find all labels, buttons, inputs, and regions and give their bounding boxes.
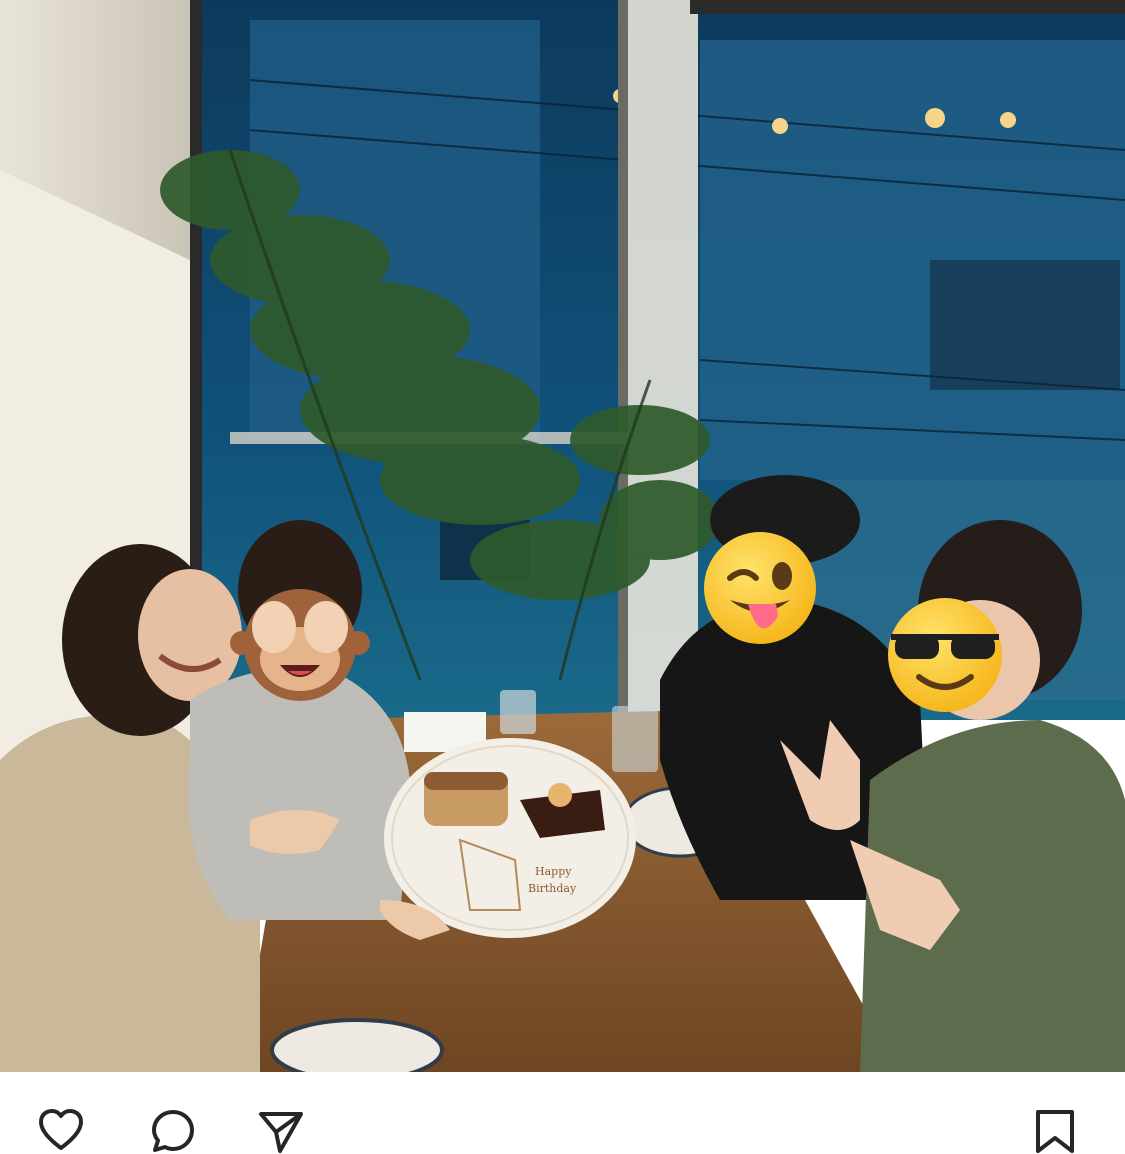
winking-face-with-tongue-icon <box>704 532 816 644</box>
photo-illustration: Happy Birthday <box>0 0 1125 1072</box>
plate-writing-2: Birthday <box>528 882 577 895</box>
plate-writing-1: Happy <box>535 865 572 878</box>
post-action-bar <box>0 1072 1125 1153</box>
post-photo[interactable]: Happy Birthday <box>0 0 1125 1072</box>
heart-icon[interactable] <box>38 1108 84 1154</box>
comment-icon[interactable] <box>150 1108 196 1154</box>
smiling-face-with-sunglasses-icon <box>888 598 1002 712</box>
paper-plane-icon[interactable] <box>258 1108 304 1154</box>
bookmark-icon[interactable] <box>1032 1108 1078 1154</box>
